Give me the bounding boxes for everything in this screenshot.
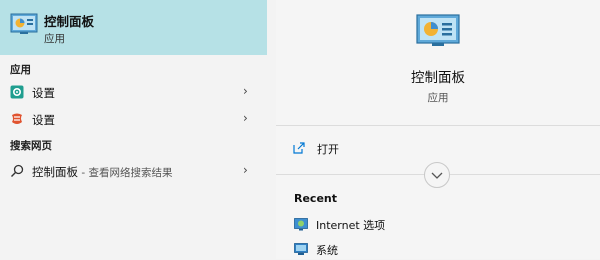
apps-section-header: 应用	[10, 64, 31, 76]
chevron-down-icon	[431, 172, 443, 179]
recent-item-label: 系统	[316, 244, 338, 257]
settings-alt-icon	[12, 113, 22, 124]
recent-item-label: Internet 选项	[316, 219, 386, 232]
open-label: 打开	[317, 143, 339, 156]
internet-options-icon	[294, 218, 308, 231]
expand-button[interactable]	[424, 162, 450, 188]
app-result-settings[interactable]: 设置 ›	[0, 80, 267, 106]
best-match-item[interactable]: 控制面板 应用	[0, 0, 267, 55]
detail-subtitle: 应用	[427, 92, 449, 104]
best-match-title: 控制面板	[44, 14, 95, 29]
app-result-label: 设置	[32, 86, 55, 100]
search-results-pane: 控制面板 应用 应用 设置 › 设置 › 搜索网页 控制面板 - 查看网络搜索结…	[0, 0, 267, 259]
best-match-subtitle: 应用	[44, 33, 65, 45]
control-panel-icon	[10, 13, 38, 34]
app-result-settings-2[interactable]: 设置 ›	[0, 107, 267, 133]
chevron-right-icon[interactable]: ›	[243, 163, 248, 177]
open-icon	[293, 142, 305, 154]
web-search-result[interactable]: 控制面板 - 查看网络搜索结果 ›	[0, 159, 267, 185]
settings-icon	[10, 85, 24, 99]
web-result-label: 控制面板 - 查看网络搜索结果	[32, 164, 172, 180]
app-result-label: 设置	[32, 113, 55, 127]
system-icon	[294, 243, 308, 255]
recent-item-system[interactable]: 系统	[294, 240, 544, 260]
search-icon	[11, 164, 24, 177]
control-panel-icon	[416, 14, 460, 46]
web-section-header: 搜索网页	[10, 140, 52, 152]
detail-title: 控制面板	[411, 70, 465, 86]
recent-header: Recent	[294, 192, 338, 205]
chevron-right-icon[interactable]: ›	[243, 111, 248, 125]
web-result-query: 控制面板	[32, 165, 78, 179]
recent-item-internet-options[interactable]: Internet 选项	[294, 215, 544, 235]
chevron-right-icon[interactable]: ›	[243, 84, 248, 98]
divider	[276, 125, 600, 126]
detail-pane: 控制面板 应用 打开 Recent Internet 选项 系统	[276, 0, 600, 259]
open-action[interactable]: 打开	[292, 139, 492, 159]
web-result-suffix: - 查看网络搜索结果	[78, 167, 173, 179]
